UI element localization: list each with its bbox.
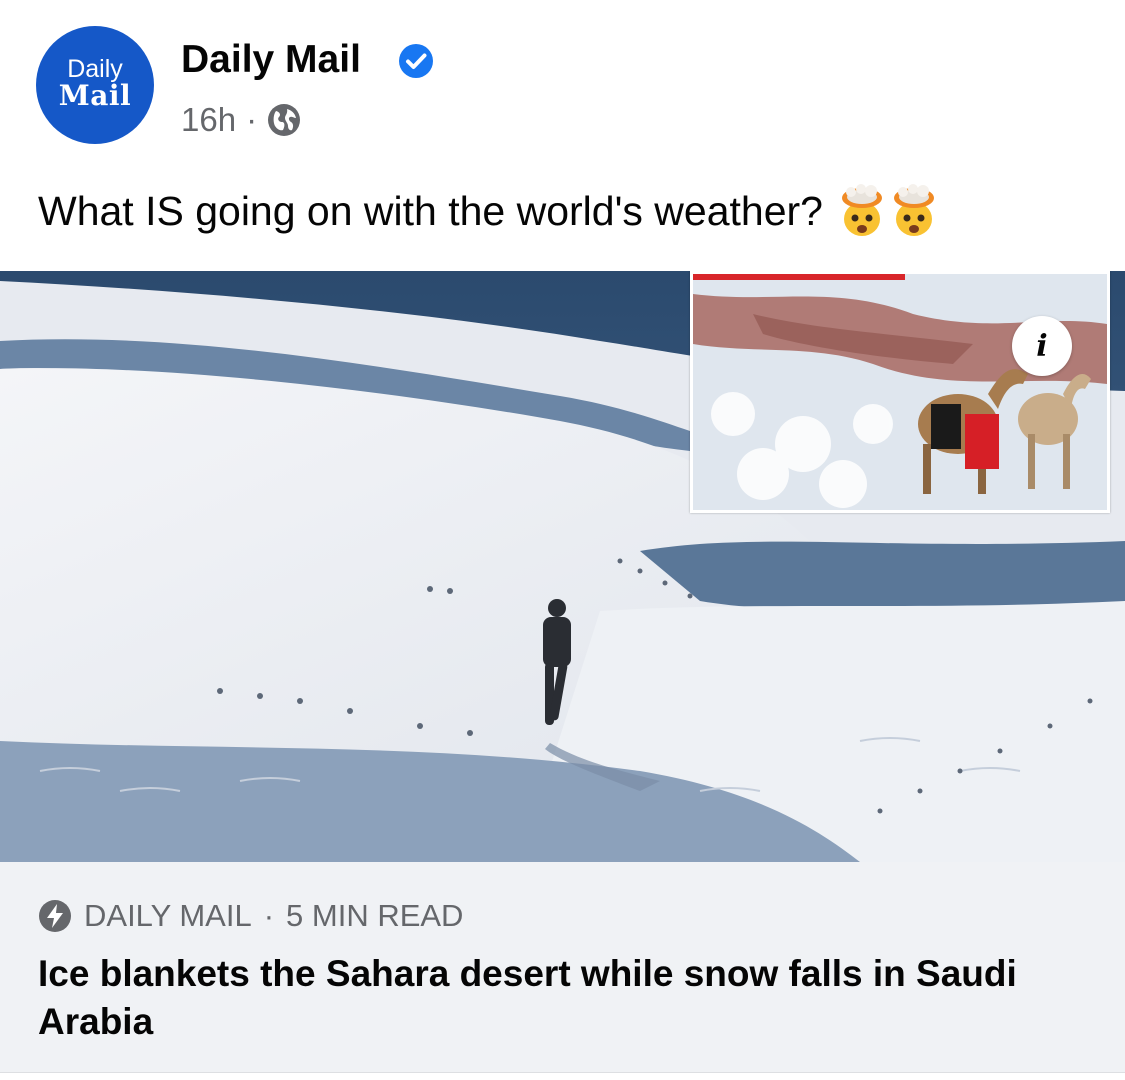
camels-in-snow-image — [693, 274, 1107, 510]
post-time[interactable]: 16h — [181, 101, 236, 139]
link-source-separator: · — [263, 898, 275, 933]
link-source-row: DAILY MAIL · 5 MIN READ — [38, 898, 463, 934]
page-avatar[interactable]: Daily Mail — [36, 26, 154, 144]
link-preview-image[interactable]: i — [0, 271, 1125, 862]
lightning-bolt-icon — [39, 900, 71, 932]
exploding-head-emoji-icon — [841, 184, 882, 236]
link-headline[interactable]: Ice blankets the Sahara desert while sno… — [38, 950, 1078, 1046]
post-meta: 16h · — [181, 100, 301, 140]
info-icon[interactable]: i — [1012, 316, 1072, 376]
globe-icon[interactable] — [267, 103, 301, 137]
post-caption: What IS going on with the world's weathe… — [38, 184, 937, 238]
meta-separator: · — [246, 101, 258, 138]
link-preview-footer[interactable]: DAILY MAIL · 5 MIN READ Ice blankets the… — [0, 862, 1125, 1073]
caption-emojis — [839, 184, 937, 238]
verified-badge-icon — [399, 44, 433, 78]
link-source: DAILY MAIL — [84, 898, 252, 933]
caption-text: What IS going on with the world's weathe… — [38, 187, 823, 234]
exploding-head-emoji-icon — [893, 184, 934, 236]
page-name[interactable]: Daily Mail — [181, 38, 361, 82]
avatar-line2: Mail — [58, 79, 132, 112]
inset-camels-photo — [690, 271, 1110, 513]
link-read-time: 5 MIN READ — [286, 898, 464, 933]
feed-post: Daily Mail Daily Mail 16h · What IS goin… — [0, 0, 1125, 1080]
